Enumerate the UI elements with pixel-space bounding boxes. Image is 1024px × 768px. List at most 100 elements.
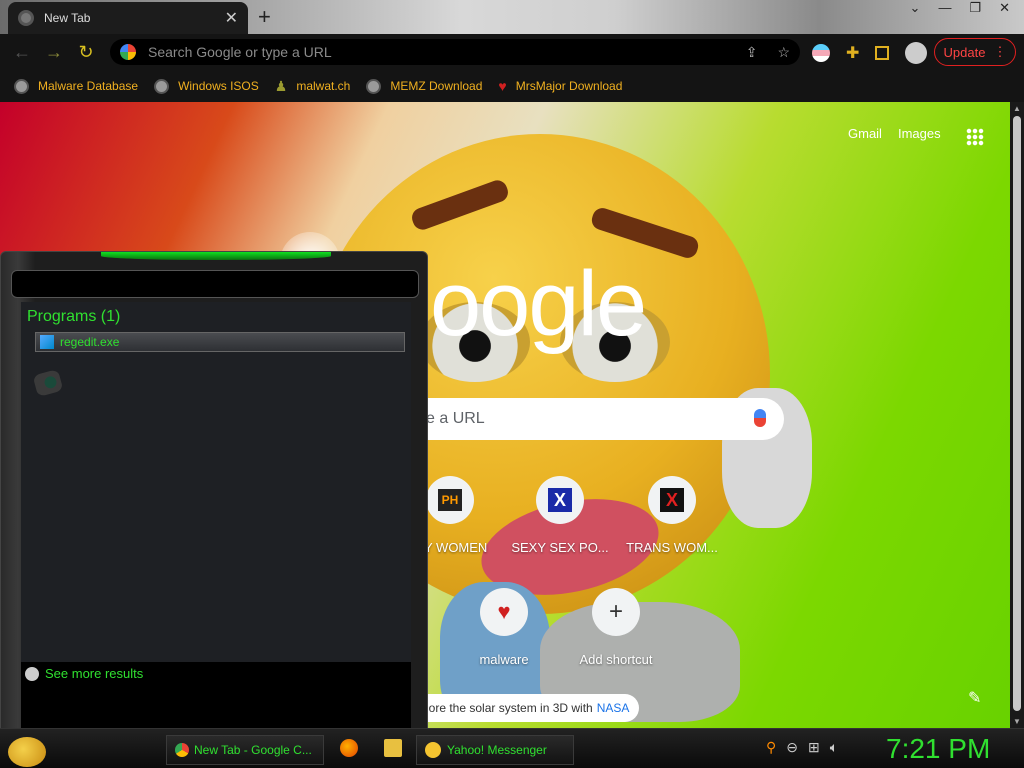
- update-button[interactable]: Update ⋮: [934, 38, 1016, 66]
- gmail-link[interactable]: Gmail: [848, 126, 882, 141]
- camera-lens-icon: [32, 369, 64, 397]
- close-tab-icon[interactable]: ✕: [225, 8, 238, 28]
- toolbar-extensions: ✚: [812, 42, 928, 64]
- regedit-icon: [40, 335, 54, 349]
- see-more-results-link[interactable]: See more results: [25, 666, 143, 681]
- apps-grid-icon[interactable]: [966, 128, 984, 146]
- images-link[interactable]: Images: [898, 126, 941, 141]
- shortcut-label: SEXY SEX PO...: [511, 540, 609, 555]
- bookmark-memz-download[interactable]: MEMZ Download: [366, 78, 483, 94]
- scroll-down-icon[interactable]: ▼: [1013, 717, 1021, 726]
- chevron-down-icon[interactable]: ⌄: [910, 0, 921, 16]
- start-menu-glow: [101, 252, 331, 260]
- profile-avatar-icon[interactable]: [905, 42, 928, 64]
- promo-chip[interactable]: lore the solar system in 3D with NASA: [426, 694, 640, 722]
- google-logo: oogle: [430, 253, 647, 355]
- shortcut-circle: X: [648, 476, 696, 524]
- shortcut-circle: X: [536, 476, 584, 524]
- shortcut-label: Y WOMEN: [424, 540, 488, 555]
- yahoo-smiley-icon: [425, 742, 441, 758]
- side-panel-icon[interactable]: [875, 46, 890, 60]
- address-bar-placeholder: Search Google or type a URL: [148, 44, 332, 60]
- bookmark-label: malwat.ch: [296, 79, 351, 93]
- plus-icon: +: [592, 588, 640, 636]
- start-results-panel: Programs (1) regedit.exe: [21, 302, 411, 662]
- bookmark-mrsmajor-download[interactable]: ♥ MrsMajor Download: [498, 78, 622, 94]
- start-search-input[interactable]: [11, 270, 419, 298]
- puzzle-extension-icon[interactable]: ✚: [846, 43, 859, 63]
- taskbar-clock[interactable]: 7:21 PM: [886, 733, 990, 765]
- taskbar-chrome[interactable]: New Tab - Google C...: [166, 735, 324, 765]
- globe-icon: [366, 78, 382, 94]
- window-controls: ⌄ — ❐ ✕: [896, 0, 1024, 16]
- update-label: Update: [943, 44, 986, 60]
- shortcut-malware[interactable]: ♥ malware: [444, 588, 564, 667]
- heart-icon: ♥: [498, 78, 507, 94]
- taskbar: New Tab - Google C... Yahoo! Messenger ⚲…: [0, 728, 1024, 768]
- shortcut-sexy-sex-po[interactable]: X SEXY SEX PO...: [500, 476, 620, 555]
- bookmarks-bar: Malware Database Windows ISOS ♟ malwat.c…: [0, 70, 1024, 102]
- microphone-icon[interactable]: [754, 409, 766, 427]
- browser-toolbar: ← → ↻ Search Google or type a URL ⇪ ☆ ✚ …: [0, 34, 1024, 70]
- share-icon[interactable]: ⇪: [746, 44, 758, 61]
- firefox-icon[interactable]: [340, 739, 358, 757]
- ntp-search-placeholder: e a URL: [426, 410, 485, 427]
- back-arrow-icon[interactable]: ←: [6, 42, 38, 63]
- programs-heading: Programs (1): [27, 308, 121, 325]
- taskbar-yahoo-messenger[interactable]: Yahoo! Messenger: [416, 735, 574, 765]
- forward-arrow-icon[interactable]: →: [38, 42, 70, 63]
- taskbar-yahoo-label: Yahoo! Messenger: [447, 743, 547, 757]
- search-icon[interactable]: ⚲: [766, 739, 776, 756]
- shortcut-trans-wom[interactable]: X TRANS WOM...: [612, 476, 732, 555]
- start-orb-icon[interactable]: [8, 737, 46, 767]
- page-scrollbar[interactable]: ▲ ▼: [1010, 102, 1024, 728]
- heart-icon: ♥: [480, 588, 528, 636]
- tab-new-tab[interactable]: New Tab ✕: [8, 2, 248, 34]
- bookmark-label: Windows ISOS: [178, 79, 259, 93]
- magnifier-icon: [25, 666, 39, 681]
- scroll-up-icon[interactable]: ▲: [1013, 104, 1021, 113]
- promo-link[interactable]: NASA: [597, 701, 630, 715]
- flag-extension-icon[interactable]: [812, 44, 830, 62]
- folder-icon[interactable]: [384, 739, 402, 757]
- minimize-icon[interactable]: —: [938, 0, 951, 16]
- tab-title: New Tab: [44, 11, 91, 25]
- scrollbar-thumb[interactable]: [1013, 116, 1021, 711]
- chrome-icon: [175, 743, 189, 757]
- address-bar[interactable]: Search Google or type a URL ⇪ ☆: [110, 39, 800, 65]
- circle-tray-icon[interactable]: ⊖: [786, 739, 798, 756]
- x-blue-logo-icon: X: [548, 488, 572, 512]
- volume-icon[interactable]: 🔈︎: [830, 739, 838, 756]
- promo-text: lore the solar system in 3D with: [426, 701, 593, 715]
- globe-icon: [14, 78, 29, 94]
- menu-dots-icon: ⋮: [993, 44, 1007, 59]
- tab-strip: New Tab ✕ + ⌄ — ❐ ✕: [0, 0, 1024, 34]
- globe-icon: [154, 78, 170, 94]
- shortcut-label: TRANS WOM...: [626, 540, 718, 555]
- pencil-icon[interactable]: ✎: [968, 688, 981, 708]
- chrome-favicon-icon: [18, 10, 34, 26]
- person-icon: ♟: [274, 77, 288, 94]
- close-window-icon[interactable]: ✕: [999, 0, 1010, 16]
- new-tab-button[interactable]: +: [258, 4, 271, 30]
- add-shortcut-button[interactable]: + Add shortcut: [556, 588, 676, 667]
- bookmark-label: MEMZ Download: [390, 79, 483, 93]
- star-icon[interactable]: ☆: [777, 44, 790, 61]
- bookmark-label: MrsMajor Download: [515, 79, 623, 93]
- bookmark-label: Malware Database: [38, 79, 139, 93]
- start-menu: Programs (1) regedit.exe See more result…: [0, 251, 428, 729]
- ntp-top-links: Gmail Images: [848, 126, 941, 141]
- reload-icon[interactable]: ↻: [70, 42, 102, 63]
- network-icon[interactable]: ⊞: [808, 739, 820, 756]
- bookmark-windows-isos[interactable]: Windows ISOS: [154, 78, 259, 94]
- system-tray: ⚲ ⊖ ⊞ 🔈︎: [766, 739, 838, 756]
- program-item-regedit[interactable]: regedit.exe: [35, 332, 405, 352]
- program-label: regedit.exe: [60, 335, 120, 349]
- restore-icon[interactable]: ❐: [969, 0, 981, 16]
- taskbar-chrome-label: New Tab - Google C...: [194, 743, 312, 757]
- ntp-search-box[interactable]: e a URL: [426, 398, 784, 440]
- bookmark-malware-database[interactable]: Malware Database: [14, 78, 139, 94]
- google-g-icon: [120, 44, 136, 60]
- bookmark-malwatch[interactable]: ♟ malwat.ch: [275, 78, 351, 95]
- shortcut-label: malware: [479, 652, 529, 667]
